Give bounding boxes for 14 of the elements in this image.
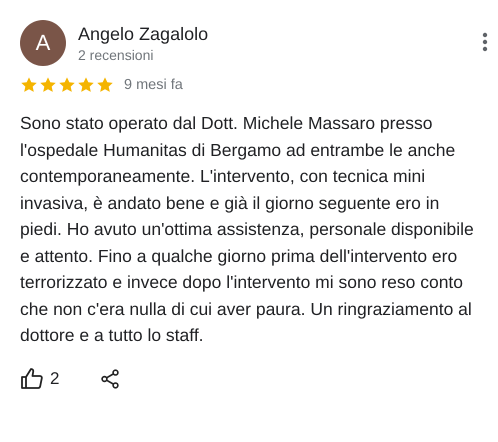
review-count: 2 recensioni [78, 47, 154, 63]
like-button[interactable]: 2 [20, 366, 60, 390]
star-icon [39, 76, 57, 94]
star-icon [20, 76, 38, 94]
star-icon [96, 76, 114, 94]
star-icon [58, 76, 76, 94]
thumbs-up-icon [20, 366, 44, 390]
more-options-icon[interactable] [482, 32, 488, 52]
review-date: 9 mesi fa [124, 77, 183, 93]
review-text: Sono stato operato dal Dott. Michele Massaro presso l'ospedale Humanitas di Bergamo ad entrambe le anche contemporaneamente. L'intervento, con tecnica mini invasiva, è andato bene e già il giorno seguente ero in piedi. Ho avuto un'ottima assistenza, personale disponibile e attento. Fino a qualche giorno prima dell'intervento ero terrorizzato e invece dopo l'intervento mi sono reso conto che non c'era nulla di cui aver paura. Un ringraziamento al dottore e a tutto lo staff. [20, 112, 475, 347]
share-icon[interactable] [99, 368, 122, 390]
star-icon [77, 76, 95, 94]
avatar: A [20, 20, 66, 66]
reviewer-name: Angelo Zagalolo [78, 23, 208, 45]
